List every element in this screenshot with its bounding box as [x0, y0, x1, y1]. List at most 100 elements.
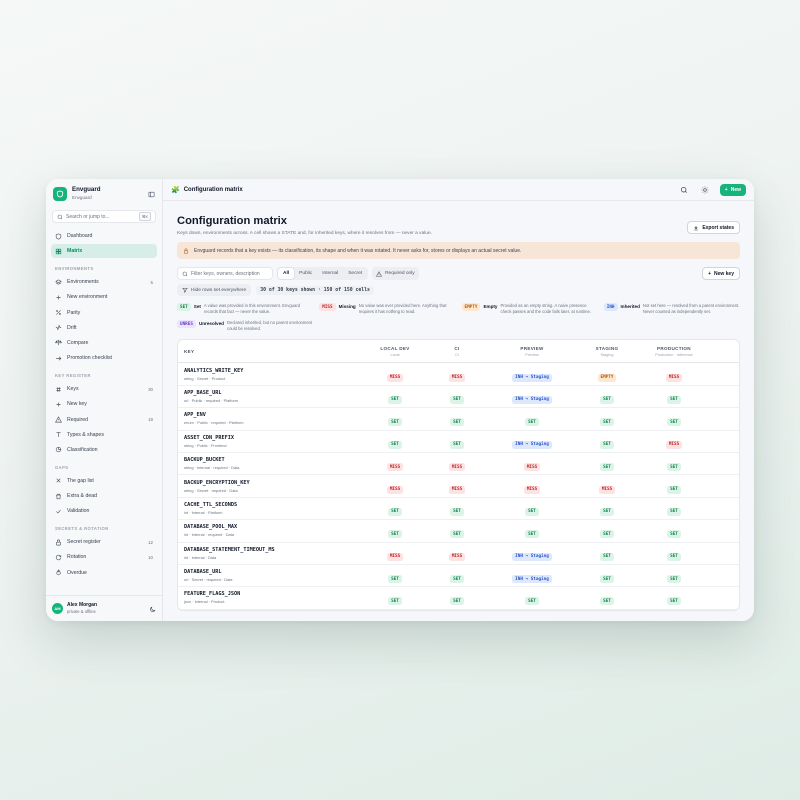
- sidebar-item-dashboard[interactable]: Dashboard: [51, 229, 157, 243]
- matrix-cell[interactable]: SET: [638, 455, 710, 473]
- matrix-cell[interactable]: MISS: [364, 455, 426, 473]
- matrix-cell[interactable]: SET: [488, 410, 576, 428]
- theme-toggle-button[interactable]: [699, 184, 711, 196]
- matrix-cell[interactable]: SET: [364, 589, 426, 607]
- matrix-cell[interactable]: MISS: [426, 365, 488, 383]
- new-key-button[interactable]: + New key: [702, 267, 740, 280]
- matrix-cell[interactable]: MISS: [364, 544, 426, 562]
- key-name[interactable]: APP_BASE_URL: [184, 390, 364, 396]
- key-name[interactable]: BACKUP_ENCRYPTION_KEY: [184, 480, 364, 486]
- matrix-cell[interactable]: SET: [426, 567, 488, 585]
- matrix-cell[interactable]: SET: [364, 567, 426, 585]
- key-name[interactable]: APP_ENV: [184, 412, 364, 418]
- table-row[interactable]: DATABASE_STATEMENT_TIMEOUT_MS int · Inter…: [178, 543, 739, 565]
- matrix-cell[interactable]: INH → Staging: [488, 567, 576, 585]
- sidebar-item-classification[interactable]: Classification: [51, 443, 157, 457]
- key-name[interactable]: FEATURE_FLAGS_JSON: [184, 591, 364, 597]
- segment-public[interactable]: Public: [294, 268, 317, 279]
- sidebar-item-secret-register[interactable]: Secret register 12: [51, 535, 157, 549]
- table-row[interactable]: ANALYTICS_WRITE_KEY string · Secret · Pro…: [178, 363, 739, 386]
- key-name[interactable]: DATABASE_STATEMENT_TIMEOUT_MS: [184, 547, 364, 553]
- export-states-button[interactable]: Export states: [687, 221, 740, 234]
- sidebar-item-parity[interactable]: Parity: [51, 306, 157, 320]
- required-only-toggle[interactable]: Required only: [372, 267, 419, 280]
- moon-icon[interactable]: [149, 600, 156, 618]
- table-row[interactable]: CACHE_TTL_SECONDS int · Internal · Platfo…: [178, 498, 739, 521]
- matrix-cell[interactable]: SET: [576, 522, 638, 540]
- matrix-cell[interactable]: SET: [576, 544, 638, 562]
- key-name[interactable]: ASSET_CDN_PREFIX: [184, 435, 364, 441]
- new-button[interactable]: + New: [719, 183, 746, 196]
- matrix-cell[interactable]: MISS: [364, 477, 426, 495]
- matrix-cell[interactable]: SET: [638, 387, 710, 405]
- key-name[interactable]: DATABASE_POOL_MAX: [184, 524, 364, 530]
- matrix-cell[interactable]: SET: [364, 410, 426, 428]
- matrix-cell[interactable]: SET: [488, 522, 576, 540]
- matrix-cell[interactable]: MISS: [488, 455, 576, 473]
- matrix-cell[interactable]: SET: [638, 567, 710, 585]
- matrix-cell[interactable]: SET: [426, 387, 488, 405]
- matrix-cell[interactable]: SET: [638, 477, 710, 495]
- sidebar-item-new-environment[interactable]: New environment: [51, 290, 157, 304]
- matrix-cell[interactable]: SET: [364, 522, 426, 540]
- matrix-cell[interactable]: INH → Staging: [488, 432, 576, 450]
- matrix-cell[interactable]: SET: [576, 387, 638, 405]
- matrix-cell[interactable]: INH → Staging: [488, 387, 576, 405]
- matrix-cell[interactable]: SET: [576, 589, 638, 607]
- table-row[interactable]: BACKUP_BUCKET string · Internal · require…: [178, 453, 739, 476]
- matrix-cell[interactable]: SET: [426, 522, 488, 540]
- matrix-cell[interactable]: MISS: [426, 455, 488, 473]
- matrix-cell[interactable]: MISS: [638, 365, 710, 383]
- sidebar-item-the-gap-list[interactable]: The gap list: [51, 474, 157, 488]
- key-name[interactable]: DATABASE_URL: [184, 569, 364, 575]
- sidebar-search[interactable]: Search or jump to... ⌘K: [52, 210, 156, 223]
- matrix-cell[interactable]: MISS: [426, 477, 488, 495]
- matrix-cell[interactable]: SET: [576, 455, 638, 473]
- table-row[interactable]: APP_ENV enum · Public · required · Platfo…: [178, 408, 739, 431]
- sidebar-item-new-key[interactable]: New key: [51, 397, 157, 411]
- matrix-cell[interactable]: SET: [364, 387, 426, 405]
- matrix-cell[interactable]: SET: [426, 432, 488, 450]
- sidebar-item-rotation[interactable]: Rotation 10: [51, 550, 157, 564]
- key-name[interactable]: ANALYTICS_WRITE_KEY: [184, 368, 364, 374]
- matrix-cell[interactable]: SET: [638, 499, 710, 517]
- table-row[interactable]: FEATURE_FLAGS_JSON json · Internal · Prod…: [178, 587, 739, 610]
- matrix-cell[interactable]: SET: [426, 589, 488, 607]
- matrix-cell[interactable]: SET: [364, 499, 426, 517]
- matrix-cell[interactable]: SET: [426, 410, 488, 428]
- sidebar-item-compare[interactable]: Compare: [51, 336, 157, 350]
- segment-all[interactable]: All: [278, 268, 295, 279]
- sidebar-item-promotion-checklist[interactable]: Promotion checklist: [51, 351, 157, 365]
- matrix-cell[interactable]: SET: [364, 432, 426, 450]
- user-profile[interactable]: AM Alex Morgan private & offline: [46, 595, 162, 621]
- matrix-cell[interactable]: MISS: [638, 432, 710, 450]
- table-row[interactable]: DATABASE_POOL_MAX int · Internal · requir…: [178, 520, 739, 543]
- segment-internal[interactable]: Internal: [317, 268, 343, 279]
- matrix-cell[interactable]: MISS: [426, 544, 488, 562]
- search-button[interactable]: [678, 184, 690, 196]
- matrix-cell[interactable]: SET: [576, 567, 638, 585]
- segment-secret[interactable]: Secret: [343, 268, 367, 279]
- matrix-cell[interactable]: EMPTY: [576, 365, 638, 383]
- matrix-cell[interactable]: SET: [576, 410, 638, 428]
- sidebar-item-keys[interactable]: Keys 30: [51, 382, 157, 396]
- table-row[interactable]: BACKUP_ENCRYPTION_KEY string · Secret · r…: [178, 475, 739, 498]
- sidebar-item-matrix[interactable]: Matrix: [51, 244, 157, 259]
- matrix-cell[interactable]: SET: [576, 432, 638, 450]
- key-name[interactable]: BACKUP_BUCKET: [184, 457, 364, 463]
- hide-rows-toggle[interactable]: Hide rows set everywhere: [177, 284, 252, 296]
- table-row[interactable]: ASSET_CDN_PREFIX string · Public · Fronte…: [178, 431, 739, 453]
- matrix-cell[interactable]: SET: [488, 499, 576, 517]
- matrix-cell[interactable]: SET: [638, 544, 710, 562]
- matrix-cell[interactable]: SET: [488, 589, 576, 607]
- sidebar-item-required[interactable]: Required 19: [51, 413, 157, 427]
- matrix-cell[interactable]: SET: [638, 589, 710, 607]
- matrix-cell[interactable]: INH → Staging: [488, 365, 576, 383]
- matrix-cell[interactable]: SET: [638, 410, 710, 428]
- sidebar-item-environments[interactable]: Environments 5: [51, 275, 157, 289]
- sidebar-item-validation[interactable]: Validation: [51, 504, 157, 518]
- sidebar-toggle-icon[interactable]: [147, 190, 155, 198]
- matrix-cell[interactable]: SET: [576, 499, 638, 517]
- sidebar-item-types-shapes[interactable]: Types & shapes: [51, 428, 157, 442]
- matrix-cell[interactable]: INH → Staging: [488, 544, 576, 562]
